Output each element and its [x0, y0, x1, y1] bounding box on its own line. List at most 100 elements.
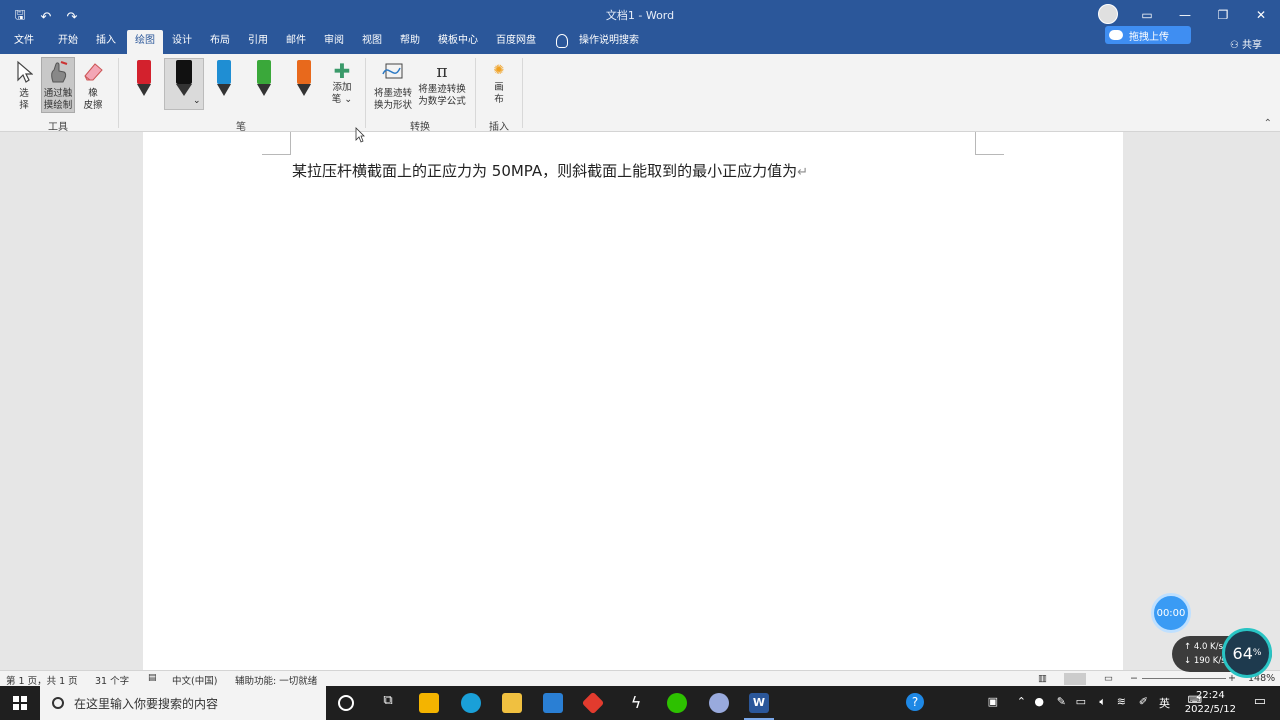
canvas-button[interactable]: ✺ 画 布	[487, 60, 511, 106]
pi-icon: π	[436, 62, 448, 82]
crop-mark	[975, 132, 1004, 155]
tab-baidu-pan[interactable]: 百度网盘	[496, 34, 536, 54]
ink-to-math-button[interactable]: π 将墨迹转换 为数学公式	[415, 60, 469, 108]
paragraph-text: 某拉压杆横截面上的正应力为 50MPA，则斜截面上能取到的最小正应力值为	[292, 162, 798, 180]
baidu-upload-button[interactable]: 拖拽上传	[1105, 26, 1191, 44]
clock[interactable]: 22:24 2022/5/12	[1185, 689, 1236, 717]
tab-file[interactable]: 文件	[14, 34, 34, 54]
tab-help[interactable]: 帮助	[400, 34, 420, 54]
zoom-slider[interactable]	[1142, 678, 1226, 679]
tray-expand-icon[interactable]: ⌃	[1017, 695, 1026, 708]
tell-me-search[interactable]: 操作说明搜索	[579, 34, 639, 54]
pen-workspace-icon[interactable]: ✐	[1139, 695, 1148, 708]
zoom-out-icon[interactable]: −	[1130, 673, 1138, 684]
green-pen-icon	[257, 60, 271, 84]
ribbon-display-icon[interactable]: ▭	[1128, 8, 1166, 22]
minimize-icon[interactable]: —	[1166, 8, 1204, 22]
select-label-2: 择	[19, 100, 29, 111]
ime-indicator[interactable]: 英	[1159, 695, 1170, 711]
convert-group-label: 转换	[410, 122, 430, 133]
ink-to-math-label-1: 将墨迹转换	[418, 84, 466, 95]
add-pen-button[interactable]: ✚ 添加 笔 ⌄	[328, 60, 356, 106]
tab-home[interactable]: 开始	[58, 34, 78, 54]
select-label-1: 选	[19, 88, 29, 99]
eraser-button[interactable]: 橡 皮擦	[80, 60, 106, 112]
orange-pen-button[interactable]	[297, 60, 311, 98]
start-button[interactable]	[0, 686, 40, 720]
tab-layout[interactable]: 布局	[210, 34, 230, 54]
file-explorer-icon[interactable]	[502, 693, 522, 713]
tools-group-label: 工具	[48, 122, 68, 133]
print-layout-icon[interactable]	[1064, 673, 1086, 685]
taskbar-search[interactable]: 在这里输入你要搜索的内容	[40, 686, 326, 720]
accessibility-status[interactable]: 辅助功能: 一切就绪	[235, 673, 317, 687]
word-icon[interactable]: W	[749, 693, 769, 713]
windows-taskbar: 在这里输入你要搜索的内容 ⧉ ϟ W ? ▣ ⌃ ● ✎ ▭ 🔈︎ ≋ ✐ 英 …	[0, 686, 1280, 720]
document-page[interactable]	[143, 132, 1123, 670]
share-button[interactable]: ⚇ 共享	[1230, 36, 1262, 51]
green-pen-button[interactable]	[257, 60, 271, 98]
close-icon[interactable]: ✕	[1242, 8, 1280, 22]
volume-icon[interactable]: 🔈︎	[1099, 695, 1106, 709]
red-pen-button[interactable]	[137, 60, 151, 98]
task-view-icon[interactable]: ⧉	[378, 693, 398, 713]
tab-design[interactable]: 设计	[172, 34, 192, 54]
lightbulb-icon	[556, 34, 568, 48]
battery-icon[interactable]: ▭	[1076, 695, 1086, 708]
help-icon[interactable]: ?	[906, 693, 924, 711]
touch-draw-button[interactable]: 通过触 摸绘制	[42, 60, 74, 112]
select-tool-button[interactable]: 选 择	[12, 60, 36, 112]
page-count[interactable]: 第 1 页，共 1 页	[6, 673, 78, 687]
proofing-icon[interactable]: ▤	[148, 673, 157, 683]
language-indicator[interactable]: 中文(中国)	[172, 673, 217, 687]
ink-to-shape-label-1: 将墨迹转	[373, 88, 412, 99]
cortana-icon[interactable]	[338, 695, 354, 711]
usage-gauge[interactable]: 64%	[1222, 628, 1272, 678]
document-title: 文档1 - Word	[605, 9, 675, 22]
recording-timer[interactable]: 00:00	[1151, 593, 1191, 633]
plus-icon: ✚	[333, 59, 351, 83]
search-icon	[52, 697, 64, 709]
download-speed-value: 190 K/s	[1193, 656, 1226, 666]
microphone-icon[interactable]: ●	[1034, 695, 1044, 708]
read-mode-icon[interactable]: ▥	[1038, 673, 1047, 684]
insert-group-label: 插入	[489, 122, 509, 133]
tray-pen-icon[interactable]: ✎	[1057, 695, 1066, 708]
ink-to-math-label-2: 为数学公式	[418, 96, 466, 107]
person-icon: ⚇	[1229, 40, 1242, 51]
edge-icon[interactable]	[461, 693, 481, 713]
black-pen-button[interactable]	[176, 60, 192, 98]
app-red-icon[interactable]	[581, 691, 605, 715]
word-count[interactable]: 31 个字	[95, 673, 129, 687]
group-separator	[365, 58, 366, 128]
tab-review[interactable]: 审阅	[324, 34, 344, 54]
wechat-icon[interactable]	[667, 693, 687, 713]
paragraph-mark: ↵	[797, 165, 809, 180]
web-layout-icon[interactable]: ▭	[1104, 673, 1113, 684]
add-pen-label-2: 笔 ⌄	[331, 94, 353, 105]
store-icon[interactable]	[419, 693, 439, 713]
share-label: 共享	[1242, 40, 1262, 51]
tab-view[interactable]: 视图	[362, 34, 382, 54]
tab-insert[interactable]: 插入	[96, 34, 116, 54]
blue-pen-button[interactable]	[217, 60, 231, 98]
document-body-text[interactable]: 某拉压杆横截面上的正应力为 50MPA，则斜截面上能取到的最小正应力值为↵	[292, 160, 808, 181]
black-pen-icon	[176, 60, 192, 84]
restore-icon[interactable]: ❐	[1204, 8, 1242, 22]
tray-app-icon[interactable]: ▣	[988, 695, 998, 708]
eraser-label-2: 皮擦	[83, 100, 103, 111]
collapse-ribbon-icon[interactable]: ⌃	[1264, 118, 1272, 129]
tab-references[interactable]: 引用	[248, 34, 268, 54]
tab-template-center[interactable]: 模板中心	[438, 34, 478, 54]
mail-icon[interactable]	[543, 693, 563, 713]
user-avatar-icon[interactable]	[1098, 4, 1118, 24]
notifications-icon[interactable]: ▭	[1254, 694, 1266, 709]
wifi-icon[interactable]: ≋	[1117, 695, 1126, 708]
app-flower-icon[interactable]	[709, 693, 729, 713]
tab-draw[interactable]: 绘图	[127, 30, 163, 54]
pen-options-chevron-icon[interactable]: ⌄	[193, 96, 201, 106]
tab-mailings[interactable]: 邮件	[286, 34, 306, 54]
ink-to-shape-button[interactable]: 将墨迹转 换为形状	[370, 60, 416, 112]
app-lightning-icon[interactable]: ϟ	[626, 693, 646, 713]
ink-to-shape-icon	[382, 63, 403, 79]
